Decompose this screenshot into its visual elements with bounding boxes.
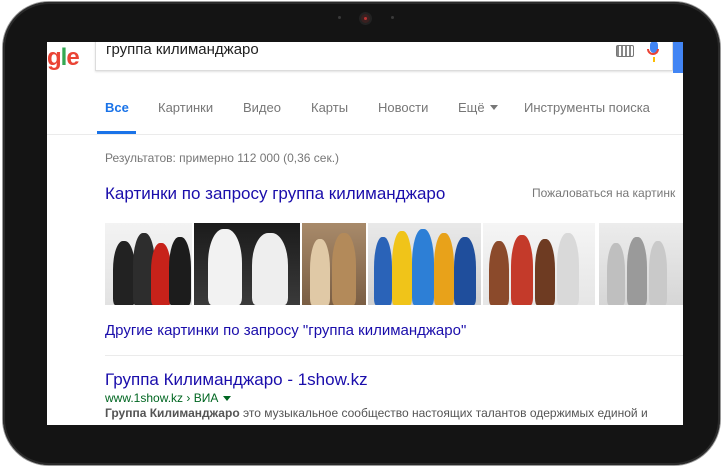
- image-thumbnail[interactable]: [368, 223, 481, 305]
- results-count: Результатов: примерно 112 000 (0,36 сек.…: [105, 151, 340, 165]
- tab-more[interactable]: Ещё: [458, 100, 498, 115]
- image-strip: [105, 223, 683, 305]
- image-thumbnail[interactable]: [194, 223, 300, 305]
- browser-screen: gle группа килиманджаро Все Картинки Вид…: [47, 42, 683, 425]
- result-title-link[interactable]: Группа Килиманджаро - 1show.kz: [105, 370, 368, 390]
- tablet-frame: gle группа килиманджаро Все Картинки Вид…: [3, 2, 720, 465]
- search-input[interactable]: группа килиманджаро: [106, 42, 259, 58]
- sensor-dot: [338, 16, 341, 19]
- chevron-down-icon: [489, 105, 498, 110]
- microphone-stand: [653, 57, 655, 62]
- tab-all[interactable]: Все: [105, 100, 129, 115]
- search-button[interactable]: [673, 42, 683, 73]
- keyboard-icon[interactable]: [616, 45, 634, 57]
- report-images-link[interactable]: Пожаловаться на картинк: [532, 186, 675, 200]
- tab-news[interactable]: Новости: [378, 100, 428, 115]
- tab-images[interactable]: Картинки: [158, 100, 213, 115]
- chevron-down-icon[interactable]: [223, 396, 232, 401]
- image-thumbnail[interactable]: [302, 223, 366, 305]
- image-thumbnail[interactable]: [105, 223, 192, 305]
- active-tab-indicator: [97, 131, 136, 134]
- image-thumbnail[interactable]: [483, 223, 595, 305]
- sensor-dot: [391, 16, 394, 19]
- images-heading-link[interactable]: Картинки по запросу группа килиманджаро: [105, 184, 445, 204]
- tab-maps[interactable]: Карты: [311, 100, 348, 115]
- search-tabs: Все Картинки Видео Карты Новости Ещё Инс…: [47, 100, 683, 135]
- more-images-link[interactable]: Другие картинки по запросу "группа килим…: [105, 322, 466, 339]
- result-url: www.1show.kz › ВИА: [105, 391, 232, 405]
- tab-video[interactable]: Видео: [243, 100, 281, 115]
- section-divider: [105, 355, 683, 356]
- microphone-icon[interactable]: [647, 42, 659, 55]
- search-box[interactable]: группа килиманджаро: [95, 42, 673, 71]
- image-thumbnail[interactable]: [599, 223, 683, 305]
- result-snippet: Группа Килиманджаро это музыкальное сооб…: [105, 406, 648, 420]
- tab-search-tools[interactable]: Инструменты поиска: [524, 100, 650, 115]
- camera-icon: [361, 14, 370, 23]
- google-logo[interactable]: gle: [47, 46, 80, 70]
